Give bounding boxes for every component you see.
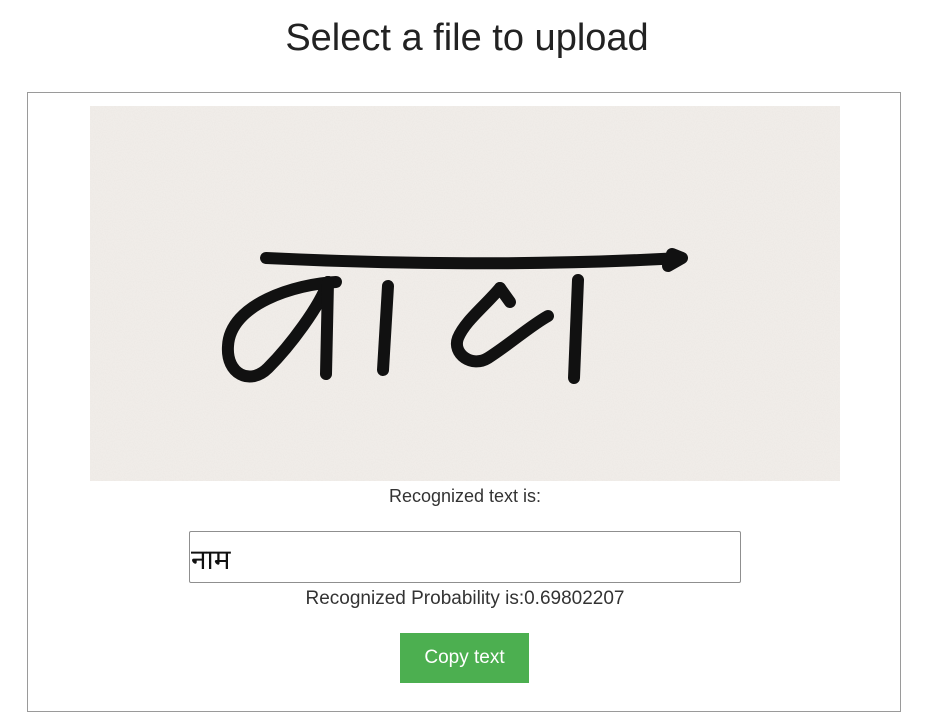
copy-text-button[interactable]: Copy text (400, 633, 529, 683)
handwriting-image-svg (90, 106, 840, 481)
page-title: Select a file to upload (285, 17, 649, 59)
recognized-text-field[interactable] (189, 531, 741, 583)
recognized-text-label: Recognized text is: (388, 486, 542, 506)
uploaded-handwriting-image (90, 106, 840, 481)
recognized-probability: Recognized Probability is:0.69802207 (305, 588, 625, 609)
